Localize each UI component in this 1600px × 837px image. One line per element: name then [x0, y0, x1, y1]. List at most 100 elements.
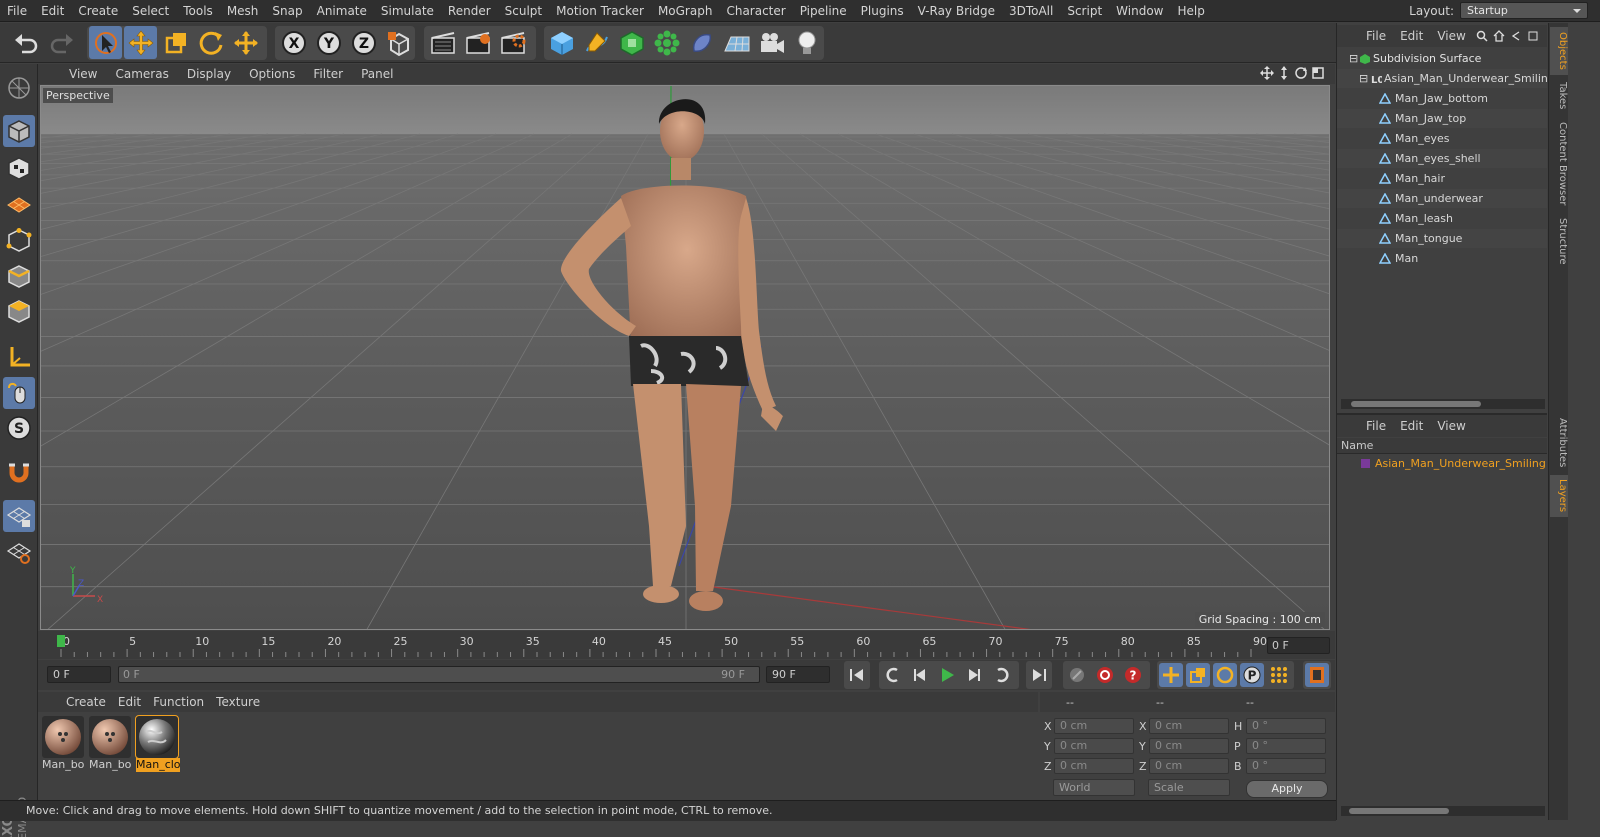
- size-y-field[interactable]: 0 cm: [1149, 738, 1229, 754]
- material-menu-function[interactable]: Function: [147, 695, 210, 709]
- menu-snap[interactable]: Snap: [265, 0, 309, 22]
- tree-item-man-eyes-shell[interactable]: Man_eyes_shell: [1337, 149, 1547, 168]
- solo-mode-icon[interactable]: S: [3, 412, 35, 444]
- light-icon[interactable]: [790, 26, 823, 59]
- camera-icon[interactable]: [755, 26, 788, 59]
- axis-mode-icon[interactable]: [3, 341, 35, 373]
- material-swatch-selected[interactable]: Man_clo: [135, 715, 180, 774]
- edges-mode-icon[interactable]: [3, 260, 35, 292]
- timeline-ruler[interactable]: 0 5 10 15 20 25 30 35 40 45 50 55 60 65 70 75 80 85 90: [38, 631, 1268, 659]
- material-menu-edit[interactable]: Edit: [112, 695, 147, 709]
- tree-item-man-hair[interactable]: Man_hair: [1337, 169, 1547, 188]
- menu-window[interactable]: Window: [1109, 0, 1170, 22]
- live-select-icon[interactable]: [229, 26, 262, 59]
- tab-attributes[interactable]: Attributes: [1550, 413, 1568, 473]
- rotation-b-field[interactable]: 0 °: [1246, 758, 1326, 774]
- viewport-menu-cameras[interactable]: Cameras: [106, 67, 177, 81]
- maximize-view-icon[interactable]: [1311, 66, 1325, 80]
- tab-takes[interactable]: Takes: [1550, 77, 1568, 115]
- mograph-cloner-icon[interactable]: [650, 26, 683, 59]
- zoom-view-icon[interactable]: [1277, 66, 1291, 80]
- next-frame-icon[interactable]: [962, 663, 986, 687]
- object-manager-scrollbar[interactable]: [1341, 399, 1545, 409]
- end-frame-field[interactable]: 90 F: [766, 666, 830, 683]
- tree-item-man[interactable]: Man: [1337, 249, 1547, 268]
- layer-menu-edit[interactable]: Edit: [1393, 419, 1430, 433]
- undo-icon[interactable]: [9, 26, 42, 59]
- menu-render[interactable]: Render: [441, 0, 498, 22]
- move-icon[interactable]: [124, 26, 157, 59]
- redo-icon[interactable]: [45, 26, 78, 59]
- object-menu-view[interactable]: View: [1430, 29, 1472, 43]
- menu-vray-bridge[interactable]: V-Ray Bridge: [911, 0, 1002, 22]
- key-point-level-icon[interactable]: [1267, 663, 1291, 687]
- render-settings-icon[interactable]: [496, 26, 529, 59]
- tree-item-man-eyes[interactable]: Man_eyes: [1337, 129, 1547, 148]
- layer-column-header[interactable]: Name: [1337, 438, 1547, 454]
- tab-structure[interactable]: Structure: [1550, 213, 1568, 269]
- viewport-menu-filter[interactable]: Filter: [304, 67, 352, 81]
- rotate-icon[interactable]: [194, 26, 227, 59]
- rotation-p-field[interactable]: 0 °: [1246, 738, 1326, 754]
- z-axis-icon[interactable]: Z: [347, 26, 380, 59]
- previous-key-icon[interactable]: [881, 663, 905, 687]
- workplane-icon[interactable]: [3, 187, 35, 219]
- viewport-menu-panel[interactable]: Panel: [352, 67, 402, 81]
- viewport-menu-display[interactable]: Display: [178, 67, 240, 81]
- search-icon[interactable]: [1476, 30, 1488, 42]
- tab-content-browser[interactable]: Content Browser: [1550, 117, 1568, 211]
- key-position-icon[interactable]: [1159, 663, 1183, 687]
- apply-button[interactable]: Apply: [1246, 780, 1328, 798]
- material-menu-create[interactable]: Create: [60, 695, 112, 709]
- tree-item-man-underwear[interactable]: Man_underwear: [1337, 189, 1547, 208]
- play-forward-icon[interactable]: [935, 663, 959, 687]
- menu-character[interactable]: Character: [719, 0, 792, 22]
- pan-view-icon[interactable]: [1260, 66, 1274, 80]
- menu-script[interactable]: Script: [1060, 0, 1109, 22]
- points-mode-icon[interactable]: [3, 224, 35, 256]
- menu-sculpt[interactable]: Sculpt: [498, 0, 549, 22]
- tree-item-man-leash[interactable]: Man_leash: [1337, 209, 1547, 228]
- expand-icon[interactable]: ⊟: [1359, 69, 1368, 88]
- cube-icon[interactable]: [545, 26, 578, 59]
- tab-objects[interactable]: Objects: [1550, 27, 1568, 75]
- menu-animate[interactable]: Animate: [310, 0, 374, 22]
- make-editable-icon[interactable]: [3, 72, 35, 104]
- tree-item-man-jaw-bottom[interactable]: Man_Jaw_bottom: [1337, 89, 1547, 108]
- camera-label[interactable]: Perspective: [43, 88, 113, 103]
- coordinate-system-icon[interactable]: [382, 26, 415, 59]
- go-to-start-icon[interactable]: [845, 663, 869, 687]
- layer-menu-view[interactable]: View: [1430, 419, 1472, 433]
- timeline[interactable]: 0 5 10 15 20 25 30 35 40 45 50 55 60 65 70 75 80 85 90: [38, 631, 1335, 659]
- menu-help[interactable]: Help: [1170, 0, 1211, 22]
- snap-icon[interactable]: [3, 456, 35, 488]
- size-z-field[interactable]: 0 cm: [1149, 758, 1229, 774]
- planar-workplane-icon[interactable]: [3, 536, 35, 568]
- select-arrow-icon[interactable]: [89, 26, 122, 59]
- menu-simulate[interactable]: Simulate: [374, 0, 441, 22]
- viewport-menu-view[interactable]: View: [60, 67, 106, 81]
- deformer-icon[interactable]: [685, 26, 718, 59]
- menu-tools[interactable]: Tools: [176, 0, 220, 22]
- scale-icon[interactable]: [159, 26, 192, 59]
- 3d-viewport[interactable]: Y X Z Perspective Grid Spacing : 100 cm: [40, 85, 1330, 630]
- render-picture-viewer-icon[interactable]: [461, 26, 494, 59]
- tab-layers[interactable]: Layers: [1550, 475, 1568, 517]
- nurbs-icon[interactable]: [615, 26, 648, 59]
- menu-select[interactable]: Select: [125, 0, 176, 22]
- x-axis-icon[interactable]: X: [277, 26, 310, 59]
- texture-mode-icon[interactable]: [3, 152, 35, 184]
- size-mode-dropdown[interactable]: Scale: [1148, 779, 1230, 796]
- menu-mesh[interactable]: Mesh: [220, 0, 266, 22]
- next-key-icon[interactable]: [990, 663, 1014, 687]
- timeline-window-icon[interactable]: [1305, 663, 1329, 687]
- render-view-icon[interactable]: [426, 26, 459, 59]
- rotation-h-field[interactable]: 0 °: [1246, 718, 1326, 734]
- go-to-end-icon[interactable]: [1027, 663, 1051, 687]
- size-x-field[interactable]: 0 cm: [1149, 718, 1229, 734]
- menu-create[interactable]: Create: [71, 0, 125, 22]
- polygons-mode-icon[interactable]: [3, 295, 35, 327]
- layer-menu-file[interactable]: File: [1359, 419, 1393, 433]
- layer-item[interactable]: Asian_Man_Underwear_Smiling: [1337, 454, 1547, 473]
- object-menu-edit[interactable]: Edit: [1393, 29, 1430, 43]
